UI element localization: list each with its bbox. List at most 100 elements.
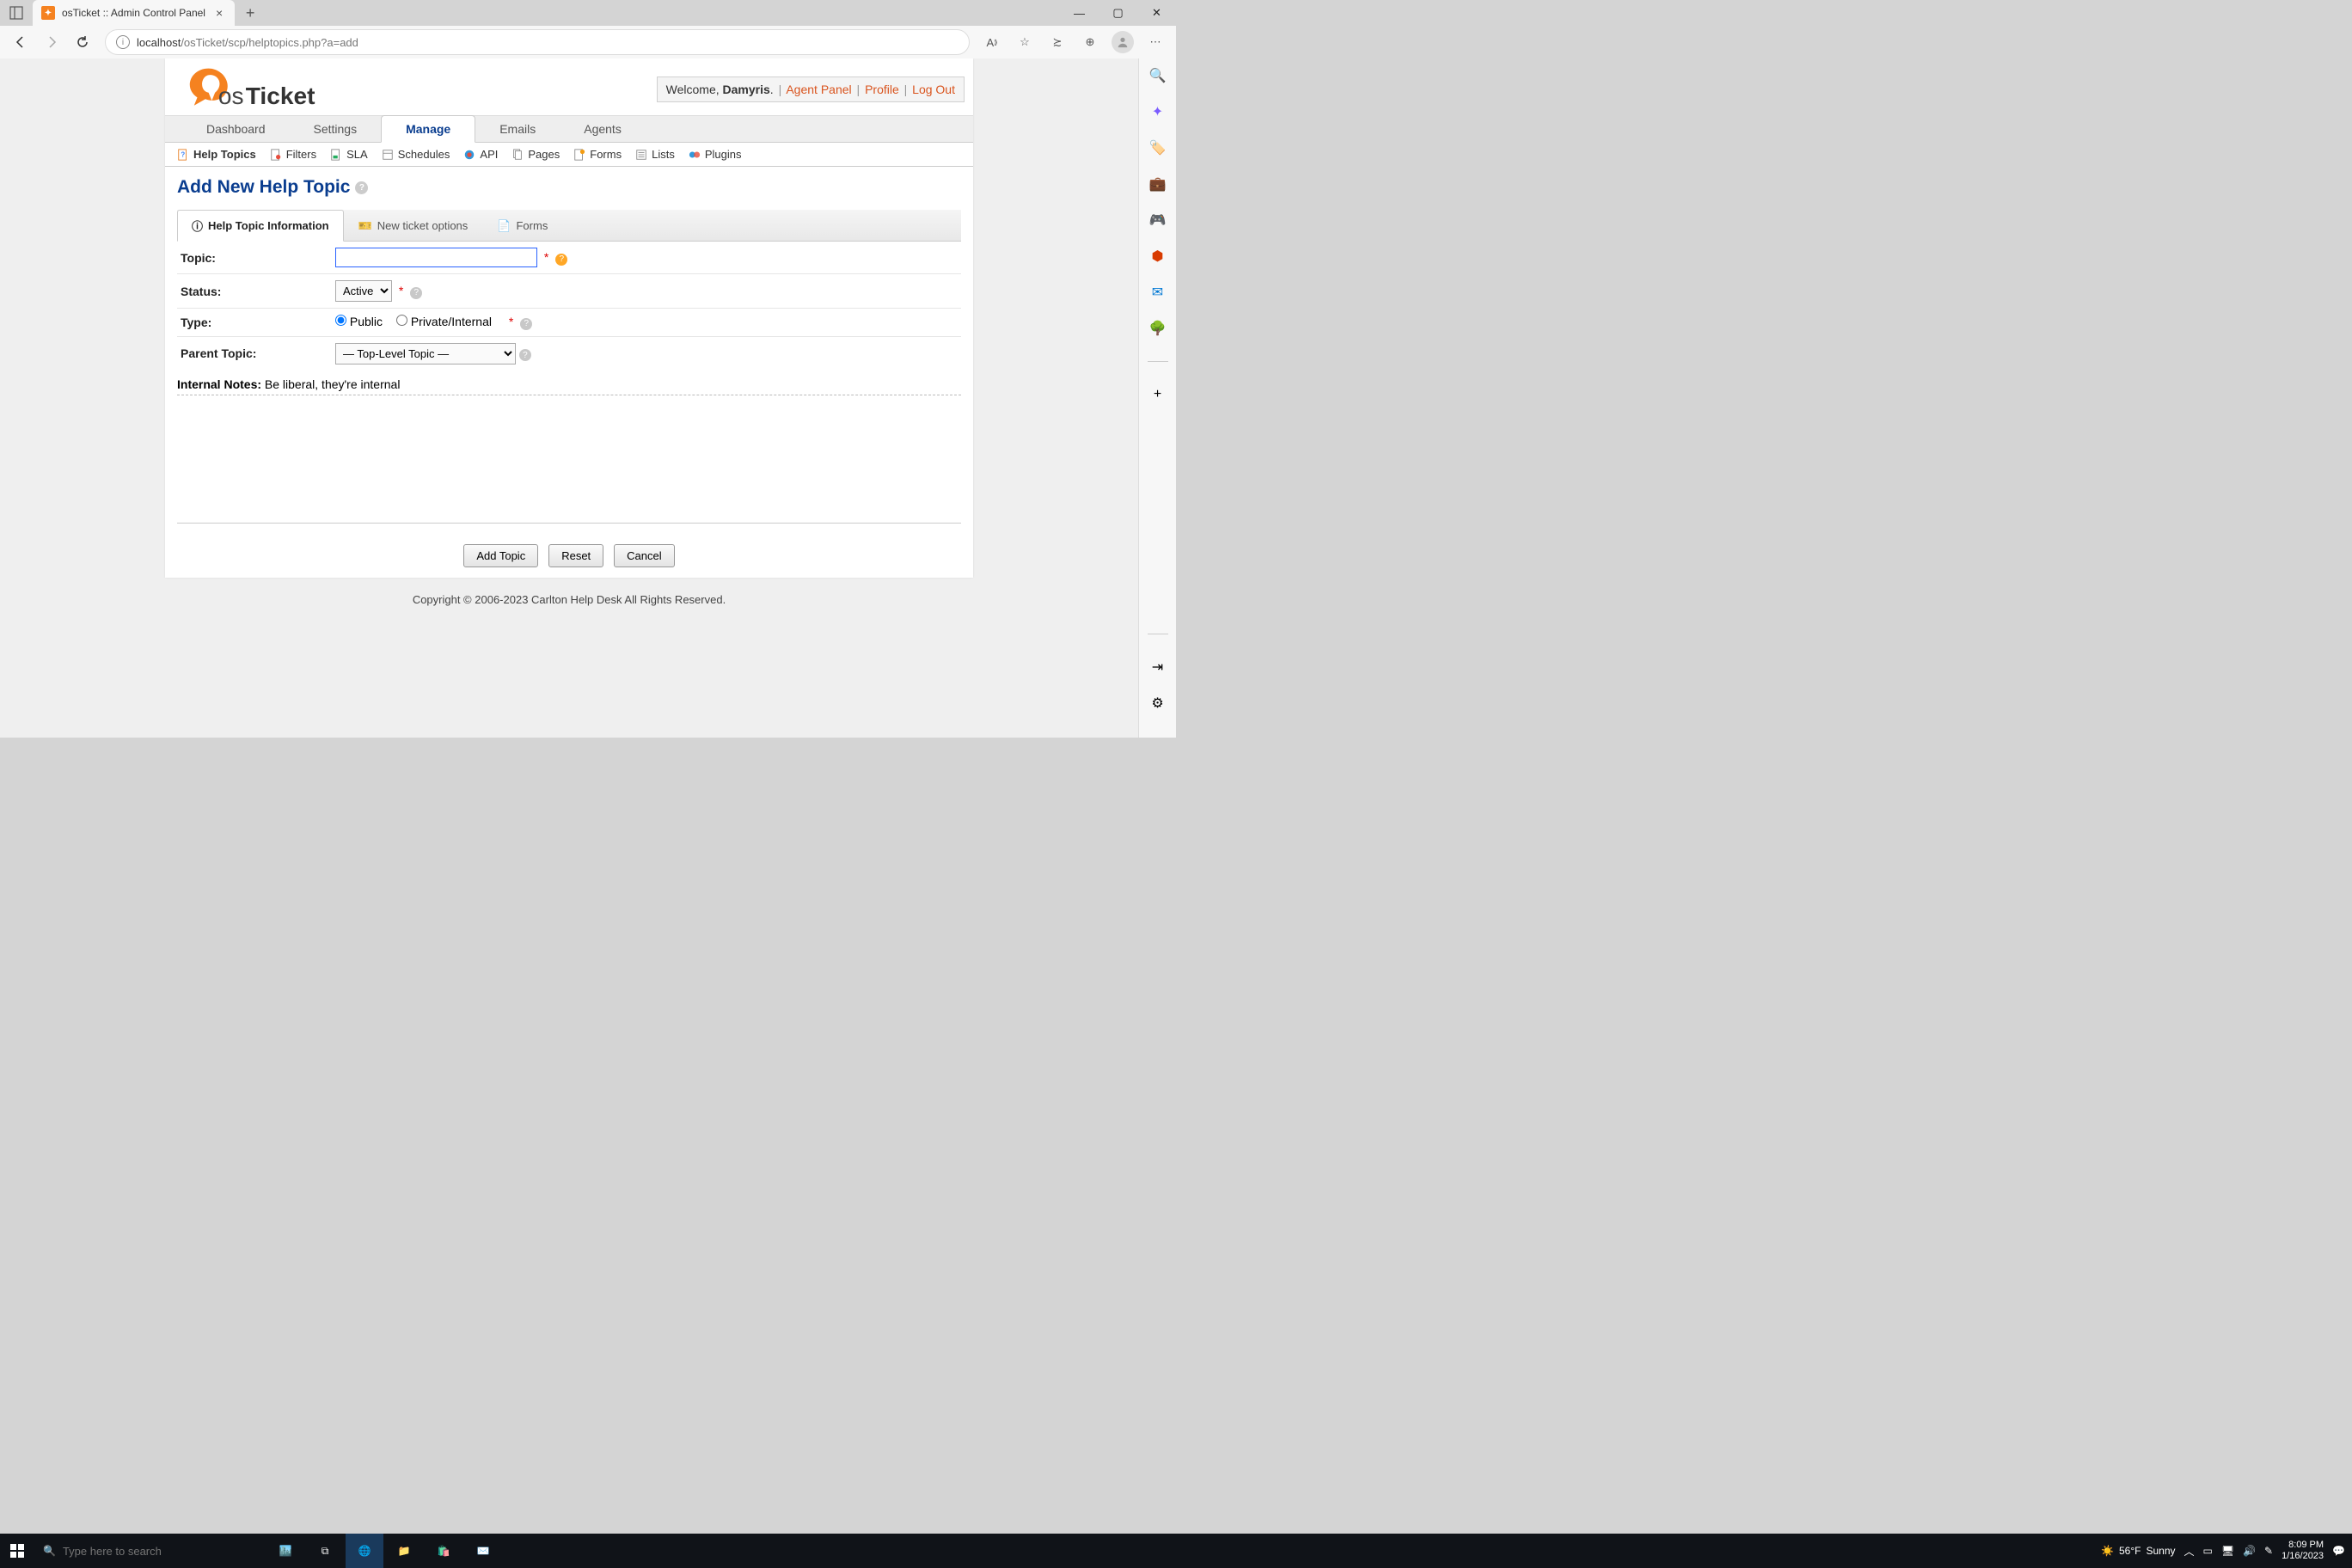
status-select[interactable]: Active: [335, 280, 392, 302]
window-maximize-icon[interactable]: ▢: [1099, 0, 1137, 26]
svg-text:Ticket: Ticket: [246, 83, 315, 109]
tab-help-topic-info[interactable]: ⓘHelp Topic Information: [177, 210, 344, 242]
taskbar-store-icon[interactable]: 🛍️: [425, 1534, 462, 1568]
more-icon[interactable]: ⋯: [1142, 28, 1169, 56]
favorites-bar-icon[interactable]: ≿: [1044, 28, 1071, 56]
tray-time: 8:09 PM: [2282, 1540, 2324, 1551]
subnav-forms[interactable]: Forms: [573, 148, 622, 161]
tray-meet-icon[interactable]: ▭: [2203, 1545, 2213, 1557]
weather-temp: 56°F: [2119, 1545, 2141, 1557]
help-icon[interactable]: ?: [519, 349, 531, 361]
subnav-plugins[interactable]: Plugins: [689, 148, 742, 161]
topic-label: Topic:: [177, 242, 332, 274]
tray-weather[interactable]: ☀️ 56°F Sunny: [2101, 1545, 2175, 1557]
nav-agents[interactable]: Agents: [560, 116, 646, 142]
nav-settings[interactable]: Settings: [290, 116, 382, 142]
tray-date: 1/16/2023: [2282, 1551, 2324, 1562]
sidebar-settings-icon[interactable]: ⚙: [1149, 695, 1167, 712]
taskbar-mail-icon[interactable]: ✉️: [464, 1534, 502, 1568]
collections-icon[interactable]: ⊕: [1076, 28, 1104, 56]
page-title: Add New Help Topic ?: [177, 177, 961, 198]
welcome-text: Welcome,: [666, 83, 723, 96]
sidebar-office-icon[interactable]: ⬢: [1149, 248, 1167, 265]
subnav-sla[interactable]: SLA: [330, 148, 368, 161]
taskbar-taskview-icon[interactable]: ⧉: [306, 1534, 344, 1568]
url-host: localhost: [137, 36, 181, 49]
subnav-schedules[interactable]: Schedules: [382, 148, 450, 161]
sidebar-collapse-icon[interactable]: ⇥: [1149, 658, 1167, 676]
tab-close-icon[interactable]: ×: [212, 4, 226, 21]
tab-forms[interactable]: 📄Forms: [482, 210, 562, 241]
help-icon[interactable]: ?: [520, 318, 532, 330]
nav-emails[interactable]: Emails: [475, 116, 560, 142]
nav-manage[interactable]: Manage: [381, 115, 475, 143]
cancel-button[interactable]: Cancel: [614, 544, 674, 567]
taskbar-explorer-icon[interactable]: 📁: [385, 1534, 423, 1568]
agent-panel-link[interactable]: Agent Panel: [786, 83, 851, 96]
favorite-icon[interactable]: ☆: [1011, 28, 1038, 56]
tray-input-icon[interactable]: ✎: [2264, 1545, 2273, 1557]
forms-icon: 📄: [497, 219, 511, 233]
help-icon[interactable]: ?: [355, 181, 368, 194]
reset-button[interactable]: Reset: [548, 544, 603, 567]
read-aloud-icon[interactable]: A⟫: [978, 28, 1006, 56]
sidebar-outlook-icon[interactable]: ✉: [1149, 284, 1167, 301]
welcome-user: Damyris: [723, 83, 770, 96]
form-tabs: ⓘHelp Topic Information 🎫New ticket opti…: [177, 210, 961, 242]
new-tab-button[interactable]: +: [238, 1, 262, 25]
logout-link[interactable]: Log Out: [912, 83, 955, 96]
tab-new-ticket-options[interactable]: 🎫New ticket options: [344, 210, 483, 241]
taskbar-search[interactable]: 🔍: [34, 1545, 266, 1558]
address-bar[interactable]: i localhost/osTicket/scp/helptopics.php?…: [105, 29, 970, 55]
subnav-pages[interactable]: Pages: [511, 148, 560, 161]
profile-button[interactable]: [1109, 28, 1136, 56]
tray-notifications-icon[interactable]: 💬: [2332, 1545, 2345, 1557]
nav-dashboard[interactable]: Dashboard: [182, 116, 290, 142]
site-info-icon[interactable]: i: [116, 35, 130, 49]
help-icon[interactable]: ?: [410, 287, 422, 299]
parent-topic-select[interactable]: — Top-Level Topic —: [335, 343, 516, 364]
start-button[interactable]: [0, 1544, 34, 1558]
subnav-help-topics[interactable]: ?Help Topics: [177, 148, 256, 161]
window-minimize-icon[interactable]: —: [1060, 0, 1099, 26]
taskbar-edge-icon[interactable]: 🌐: [346, 1534, 383, 1568]
subnav-api[interactable]: API: [463, 148, 498, 161]
back-button[interactable]: [7, 28, 34, 56]
sidebar-add-icon[interactable]: +: [1149, 386, 1167, 403]
add-topic-button[interactable]: Add Topic: [463, 544, 538, 567]
browser-tab[interactable]: ✦ osTicket :: Admin Control Panel ×: [33, 0, 235, 26]
internal-notes-textarea[interactable]: [177, 395, 961, 524]
ticket-icon: 🎫: [358, 219, 372, 233]
profile-link[interactable]: Profile: [865, 83, 899, 96]
subnav-filters[interactable]: Filters: [270, 148, 316, 161]
sun-icon: ☀️: [2101, 1545, 2114, 1557]
svg-text:?: ?: [181, 150, 185, 158]
sidebar-tools-icon[interactable]: 💼: [1149, 175, 1167, 193]
status-label: Status:: [177, 274, 332, 309]
welcome-box: Welcome, Damyris. | Agent Panel | Profil…: [657, 77, 965, 102]
tab-title: osTicket :: Admin Control Panel: [62, 7, 205, 19]
topic-input[interactable]: [335, 248, 537, 267]
window-close-icon[interactable]: ✕: [1137, 0, 1176, 26]
type-private-radio[interactable]: Private/Internal: [396, 315, 492, 328]
osticket-logo[interactable]: os Ticket: [174, 64, 337, 115]
type-public-radio[interactable]: Public: [335, 315, 383, 328]
tray-network-icon[interactable]: 🖥: [2221, 1545, 2234, 1557]
sidebar-shopping-icon[interactable]: 🏷️: [1149, 139, 1167, 156]
sub-nav: ?Help Topics Filters SLA Schedules API P…: [165, 143, 973, 167]
sidebar-ai-icon[interactable]: ✦: [1149, 103, 1167, 120]
forward-button[interactable]: [38, 28, 65, 56]
refresh-button[interactable]: [69, 28, 96, 56]
sidebar-tree-icon[interactable]: 🌳: [1149, 320, 1167, 337]
subnav-lists[interactable]: Lists: [635, 148, 675, 161]
sidebar-search-icon[interactable]: 🔍: [1149, 67, 1167, 84]
taskbar-weather-widget-icon[interactable]: 🏙️: [266, 1534, 304, 1568]
tray-clock[interactable]: 8:09 PM 1/16/2023: [2282, 1540, 2324, 1562]
tab-actions-icon[interactable]: [7, 3, 26, 22]
taskbar-search-input[interactable]: [63, 1545, 235, 1558]
tray-volume-icon[interactable]: 🔊: [2243, 1545, 2256, 1557]
sidebar-games-icon[interactable]: 🎮: [1149, 211, 1167, 229]
tray-chevron-icon[interactable]: ︿: [2184, 1544, 2195, 1559]
help-icon[interactable]: ?: [555, 254, 567, 266]
type-label: Type:: [177, 309, 332, 337]
